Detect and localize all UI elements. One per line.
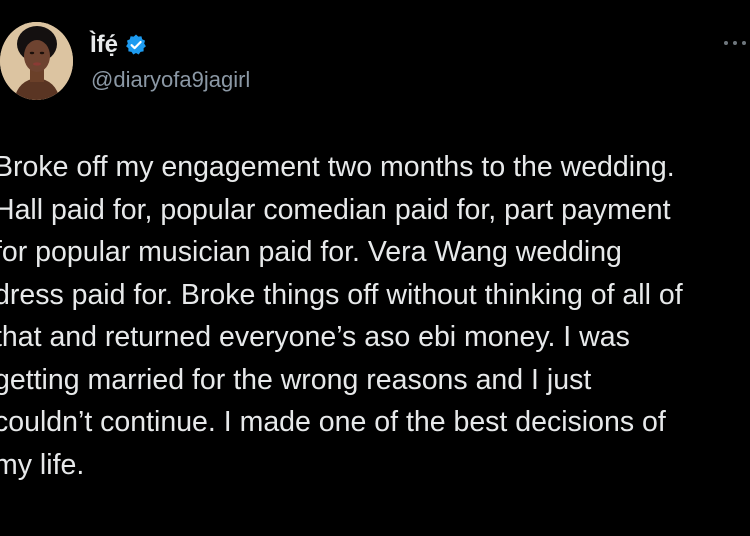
tweet-text-line: Hall paid for, popular comedian paid for… xyxy=(0,193,671,226)
avatar[interactable] xyxy=(0,22,73,100)
tweet-text-line: couldn’t continue. I made one of the bes… xyxy=(0,406,666,438)
author-handle[interactable]: @diaryofa9jagirl xyxy=(91,66,250,94)
avatar-portrait-icon xyxy=(0,22,73,100)
more-dot xyxy=(724,41,728,45)
more-horizontal-icon[interactable] xyxy=(724,38,750,48)
author-name-row: Ìfẹ́ xyxy=(90,30,148,60)
tweet-text-line: getting married for the wrong reasons an… xyxy=(0,363,592,396)
tweet-text-line: that and returned everyone’s aso ebi mon… xyxy=(0,321,630,353)
tweet-card: Ìfẹ́ @diaryofa9jagirl Broke off my engag… xyxy=(0,0,750,536)
tweet-text-line: for popular musician paid for. Vera Wang… xyxy=(0,236,622,268)
more-dot xyxy=(742,41,746,45)
display-name[interactable]: Ìfẹ́ xyxy=(90,30,118,60)
more-dot xyxy=(733,41,737,45)
tweet-text-line: dress paid for. Broke things off without… xyxy=(0,278,683,311)
verified-badge-icon xyxy=(126,34,146,55)
tweet-text: Broke off my engagement two months to th… xyxy=(0,146,750,486)
tweet-text-line: my life. xyxy=(0,448,85,481)
tweet-text-line: Broke off my engagement two months to th… xyxy=(0,151,675,183)
